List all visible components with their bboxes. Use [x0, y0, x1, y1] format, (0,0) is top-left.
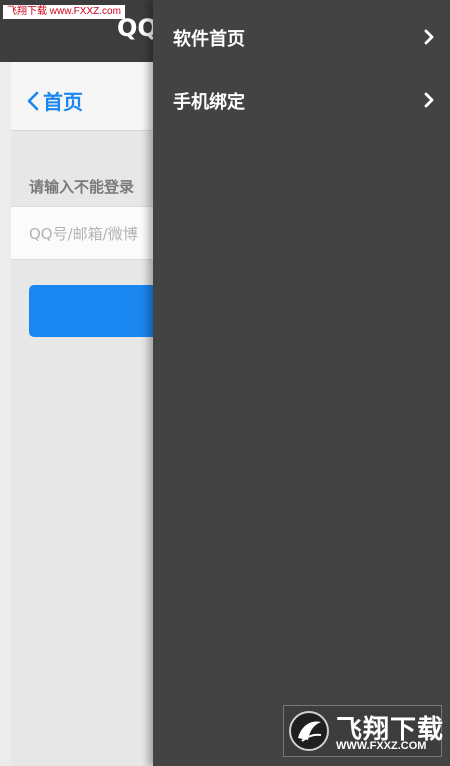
prompt-text: 请输入不能登录: [29, 178, 135, 196]
fxxz-logo-icon: [289, 711, 329, 751]
drawer-item-phone-binding[interactable]: 手机绑定: [153, 68, 450, 128]
watermark-url: WWW.FXXZ.COM: [336, 740, 427, 752]
side-drawer: 软件首页 手机绑定 飞翔下载 WWW.FXXZ.COM: [153, 0, 450, 766]
watermark-logo: 飞翔下载 WWW.FXXZ.COM: [283, 705, 443, 757]
drawer-item-software-home[interactable]: 软件首页: [153, 5, 450, 65]
drawer-item-label: 手机绑定: [173, 92, 245, 113]
chevron-right-icon: [424, 92, 434, 108]
account-input-placeholder: QQ号/邮箱/微博: [29, 225, 138, 243]
chevron-left-icon: [27, 91, 39, 110]
page-title: QQ: [117, 14, 158, 42]
drawer-item-label: 软件首页: [173, 29, 245, 50]
watermark-top: 飞翔下载 www.FXXZ.com: [3, 5, 125, 19]
back-button[interactable]: 首页: [27, 86, 83, 115]
chevron-right-icon: [424, 29, 434, 45]
page-edge: [0, 62, 11, 766]
back-label: 首页: [43, 90, 83, 114]
